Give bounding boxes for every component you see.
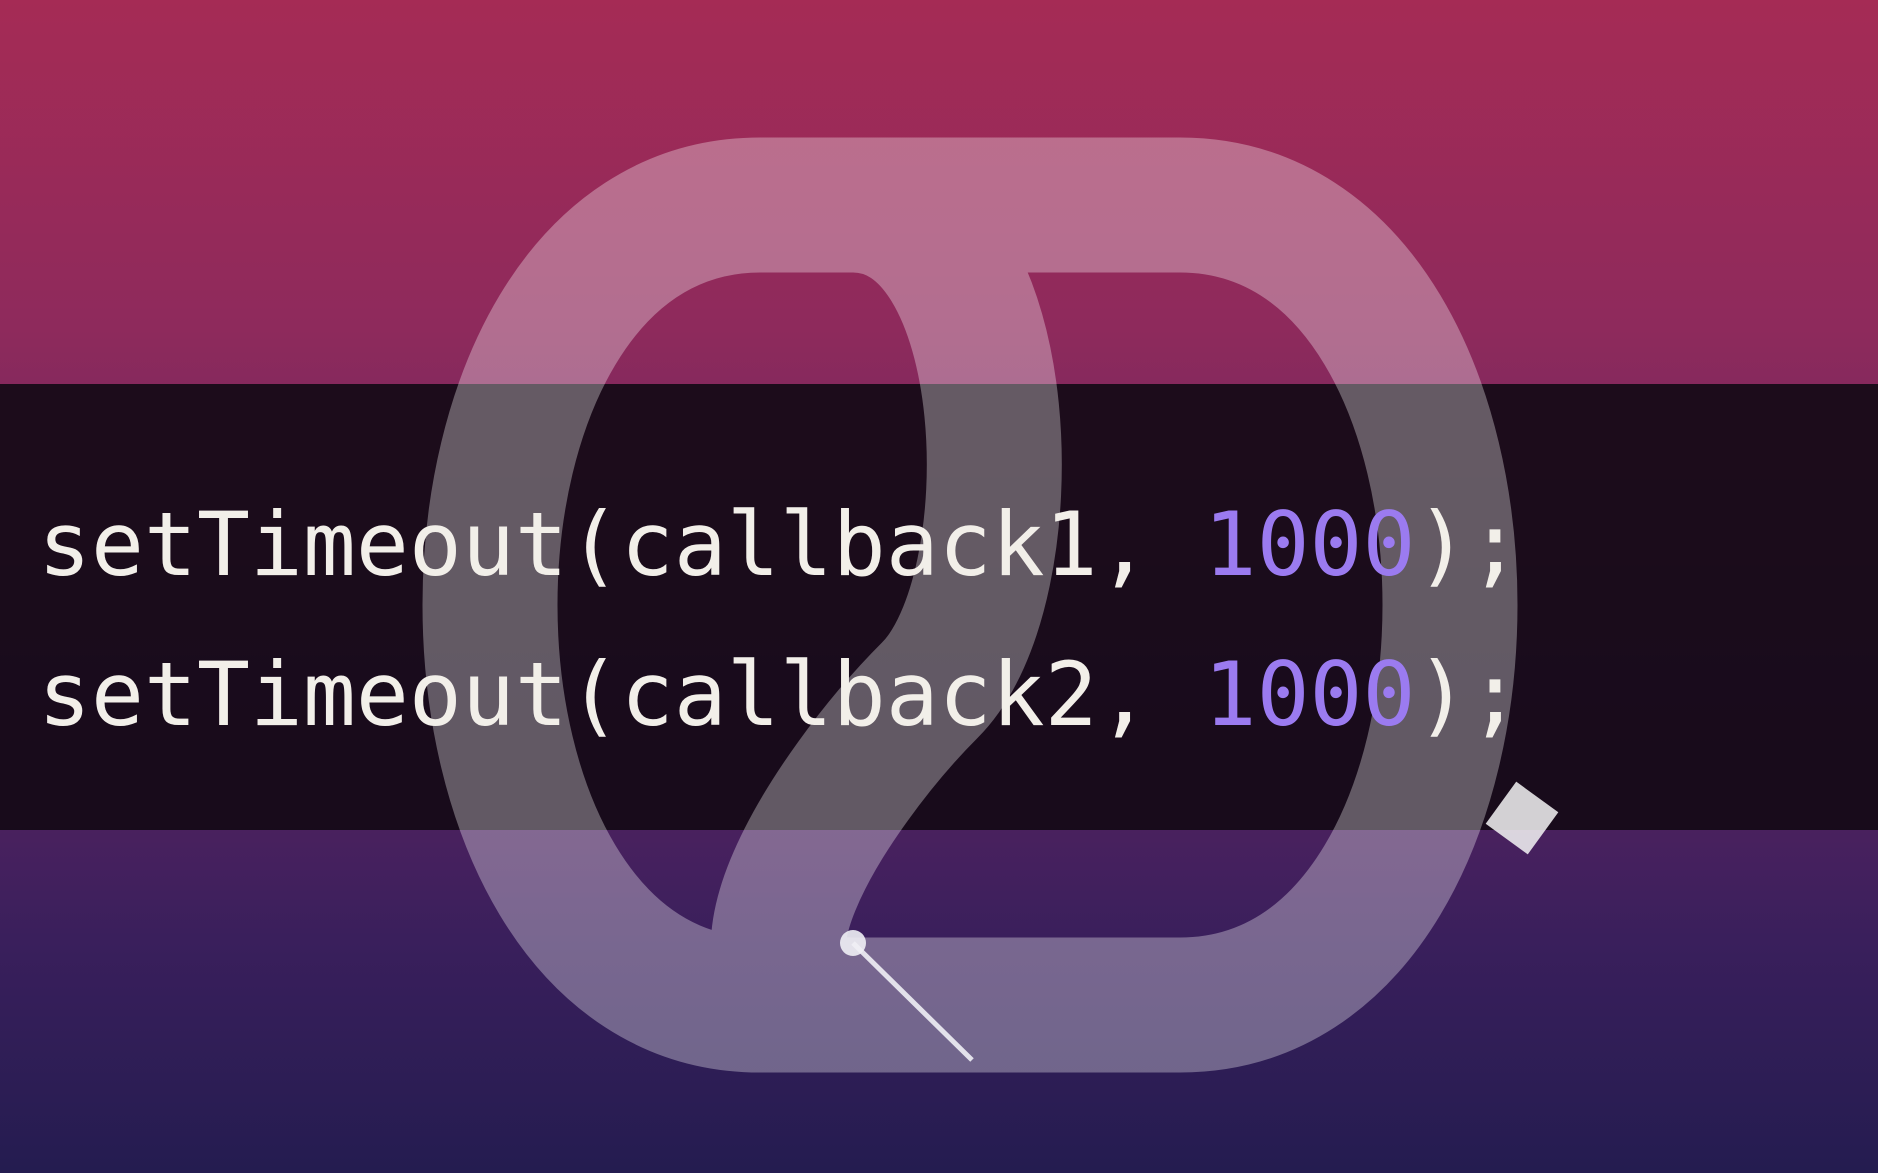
video-frame: setTimeout(callback1, 1000); setTimeout(… <box>0 0 1878 1173</box>
function-name: setTimeout <box>38 493 568 596</box>
close-paren: ); <box>1415 643 1522 746</box>
code-line: setTimeout(callback1, 1000); <box>38 470 1521 620</box>
argument-callback: callback1 <box>620 493 1098 596</box>
code-line: setTimeout(callback2, 1000); <box>38 620 1521 770</box>
code-snippet: setTimeout(callback1, 1000); setTimeout(… <box>38 470 1521 770</box>
open-paren: ( <box>567 493 621 596</box>
open-paren: ( <box>567 643 621 746</box>
argument-callback: callback2 <box>620 643 1098 746</box>
function-name: setTimeout <box>38 643 568 746</box>
delay-number: 1000 <box>1203 493 1416 596</box>
argument-separator: , <box>1097 493 1204 596</box>
argument-separator: , <box>1097 643 1204 746</box>
delay-number: 1000 <box>1203 643 1416 746</box>
loop-square-marker <box>1485 781 1559 855</box>
close-paren: ); <box>1415 493 1522 596</box>
